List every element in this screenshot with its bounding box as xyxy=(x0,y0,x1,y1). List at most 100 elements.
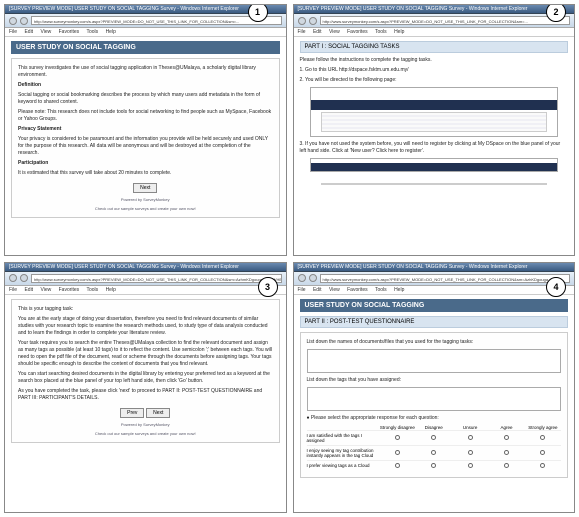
powered-by[interactable]: Powered by SurveyMonkey xyxy=(18,422,273,427)
tags-textarea[interactable] xyxy=(307,387,562,411)
scale-3: Unsure xyxy=(452,425,488,430)
browser-toolbar: http://www.surveymonkey.com/s.aspx?PREVI… xyxy=(5,14,286,28)
menu-view[interactable]: View xyxy=(40,287,51,293)
radio[interactable] xyxy=(468,450,473,455)
screenshot-thumbnail-2 xyxy=(310,158,559,172)
radio[interactable] xyxy=(504,450,509,455)
back-button[interactable] xyxy=(9,17,17,25)
likert-row: I prefer viewing tags as a Cloud xyxy=(307,460,562,471)
menu-edit[interactable]: Edit xyxy=(313,287,322,293)
radio[interactable] xyxy=(431,435,436,440)
task-p3: Your task requires you to search the ent… xyxy=(18,340,273,368)
browser-toolbar: http://www.surveymonkey.com/s.aspx?PREVI… xyxy=(294,14,575,28)
step-3: 3. If you have not used the system befor… xyxy=(300,141,569,155)
step-1: 1. Go to this URL http://dspace.fsktm.um… xyxy=(300,67,569,74)
task-intro: This is your tagging task: xyxy=(18,306,273,313)
menu-file[interactable]: File xyxy=(298,29,306,35)
radio[interactable] xyxy=(395,435,400,440)
page-content: PART I : SOCIAL TAGGING TASKS Please fol… xyxy=(294,37,575,255)
note-text: Please note: This research does not incl… xyxy=(18,109,273,123)
documents-textarea[interactable] xyxy=(307,349,562,373)
back-button[interactable] xyxy=(298,17,306,25)
prev-button[interactable]: Prev xyxy=(120,408,144,418)
window-title: [SURVEY PREVIEW MODE] USER STUDY ON SOCI… xyxy=(294,263,575,272)
menu-view[interactable]: View xyxy=(40,29,51,35)
radio[interactable] xyxy=(395,450,400,455)
url-input[interactable]: http://www.surveymonkey.com/s.aspx?PREVI… xyxy=(31,16,282,25)
menu-bar: File Edit View Favorites Tools Help xyxy=(5,28,286,37)
menu-help[interactable]: Help xyxy=(106,287,116,293)
scale-1: Strongly disagree xyxy=(379,425,415,430)
menu-view[interactable]: View xyxy=(329,287,340,293)
menu-tools[interactable]: Tools xyxy=(375,287,387,293)
url-input[interactable]: http://www.surveymonkey.com/s.aspx?PREVI… xyxy=(320,274,571,283)
menu-help[interactable]: Help xyxy=(106,29,116,35)
page-title: USER STUDY ON SOCIAL TAGGING xyxy=(11,41,280,54)
intro-text: This survey investigates the use of soci… xyxy=(18,65,273,79)
radio[interactable] xyxy=(540,450,545,455)
bubble-1: 1 xyxy=(248,4,268,22)
menu-edit[interactable]: Edit xyxy=(24,287,33,293)
bubble-4: 4 xyxy=(546,277,566,297)
panel-1: 1 [SURVEY PREVIEW MODE] USER STUDY ON SO… xyxy=(4,4,287,256)
likert-row: I am satisfied with the tags I assigned xyxy=(307,430,562,445)
definition-heading: Definition xyxy=(18,82,273,89)
next-button[interactable]: Next xyxy=(146,408,170,418)
page-title: USER STUDY ON SOCIAL TAGGING xyxy=(300,299,569,312)
q3-label: ● Please select the appropriate response… xyxy=(307,415,562,422)
section-heading: PART II : POST-TEST QUESTIONNAIRE xyxy=(300,316,569,328)
forward-button[interactable] xyxy=(20,274,28,282)
menu-edit[interactable]: Edit xyxy=(24,29,33,35)
definition-text: Social tagging or social bookmarking des… xyxy=(18,92,273,106)
scale-2: Disagree xyxy=(416,425,452,430)
row-label: I am satisfied with the tags I assigned xyxy=(307,433,380,443)
task-p5: As you have completed the task, please c… xyxy=(18,388,273,402)
radio[interactable] xyxy=(504,463,509,468)
radio[interactable] xyxy=(395,463,400,468)
forward-button[interactable] xyxy=(309,17,317,25)
menu-favorites[interactable]: Favorites xyxy=(347,29,368,35)
menu-file[interactable]: File xyxy=(9,287,17,293)
likert-header: Strongly disagree Disagree Unsure Agree … xyxy=(307,425,562,430)
radio[interactable] xyxy=(540,463,545,468)
page-content: USER STUDY ON SOCIAL TAGGING This survey… xyxy=(5,37,286,255)
url-input[interactable]: http://www.surveymonkey.com/s.aspx?PREVI… xyxy=(320,16,571,25)
menu-help[interactable]: Help xyxy=(394,29,404,35)
window-title: [SURVEY PREVIEW MODE] USER STUDY ON SOCI… xyxy=(294,5,575,14)
q2-label: List down the tags that you have assigne… xyxy=(307,377,562,384)
radio[interactable] xyxy=(504,435,509,440)
powered-by[interactable]: Powered by SurveyMonkey xyxy=(18,197,273,202)
menu-tools[interactable]: Tools xyxy=(86,287,98,293)
section-heading: PART I : SOCIAL TAGGING TASKS xyxy=(300,41,569,53)
menu-tools[interactable]: Tools xyxy=(375,29,387,35)
instructions: Please follow the instructions to comple… xyxy=(300,57,569,64)
page-content: This is your tagging task: You are at th… xyxy=(5,295,286,513)
forward-button[interactable] xyxy=(20,17,28,25)
menu-favorites[interactable]: Favorites xyxy=(59,287,80,293)
back-button[interactable] xyxy=(9,274,17,282)
back-button[interactable] xyxy=(298,274,306,282)
menu-bar: File Edit View Favorites Tools Help xyxy=(294,286,575,295)
menu-file[interactable]: File xyxy=(298,287,306,293)
menu-file[interactable]: File xyxy=(9,29,17,35)
forward-button[interactable] xyxy=(309,274,317,282)
radio[interactable] xyxy=(468,463,473,468)
menu-edit[interactable]: Edit xyxy=(313,29,322,35)
menu-help[interactable]: Help xyxy=(394,287,404,293)
radio[interactable] xyxy=(468,435,473,440)
next-button[interactable]: Next xyxy=(133,183,157,193)
radio[interactable] xyxy=(431,450,436,455)
menu-tools[interactable]: Tools xyxy=(86,29,98,35)
radio[interactable] xyxy=(540,435,545,440)
menu-view[interactable]: View xyxy=(329,29,340,35)
menu-favorites[interactable]: Favorites xyxy=(59,29,80,35)
row-label: I prefer viewing tags as a Cloud xyxy=(307,463,380,468)
radio[interactable] xyxy=(431,463,436,468)
privacy-text: Your privacy is considered to be paramou… xyxy=(18,136,273,157)
url-input[interactable]: http://www.surveymonkey.com/s.aspx?PREVI… xyxy=(31,274,282,283)
scale-5: Strongly agree xyxy=(525,425,561,430)
panel-2: 2 [SURVEY PREVIEW MODE] USER STUDY ON SO… xyxy=(293,4,576,256)
task-p2: You are at the early stage of doing your… xyxy=(18,316,273,337)
browser-toolbar: http://www.surveymonkey.com/s.aspx?PREVI… xyxy=(294,272,575,286)
menu-favorites[interactable]: Favorites xyxy=(347,287,368,293)
